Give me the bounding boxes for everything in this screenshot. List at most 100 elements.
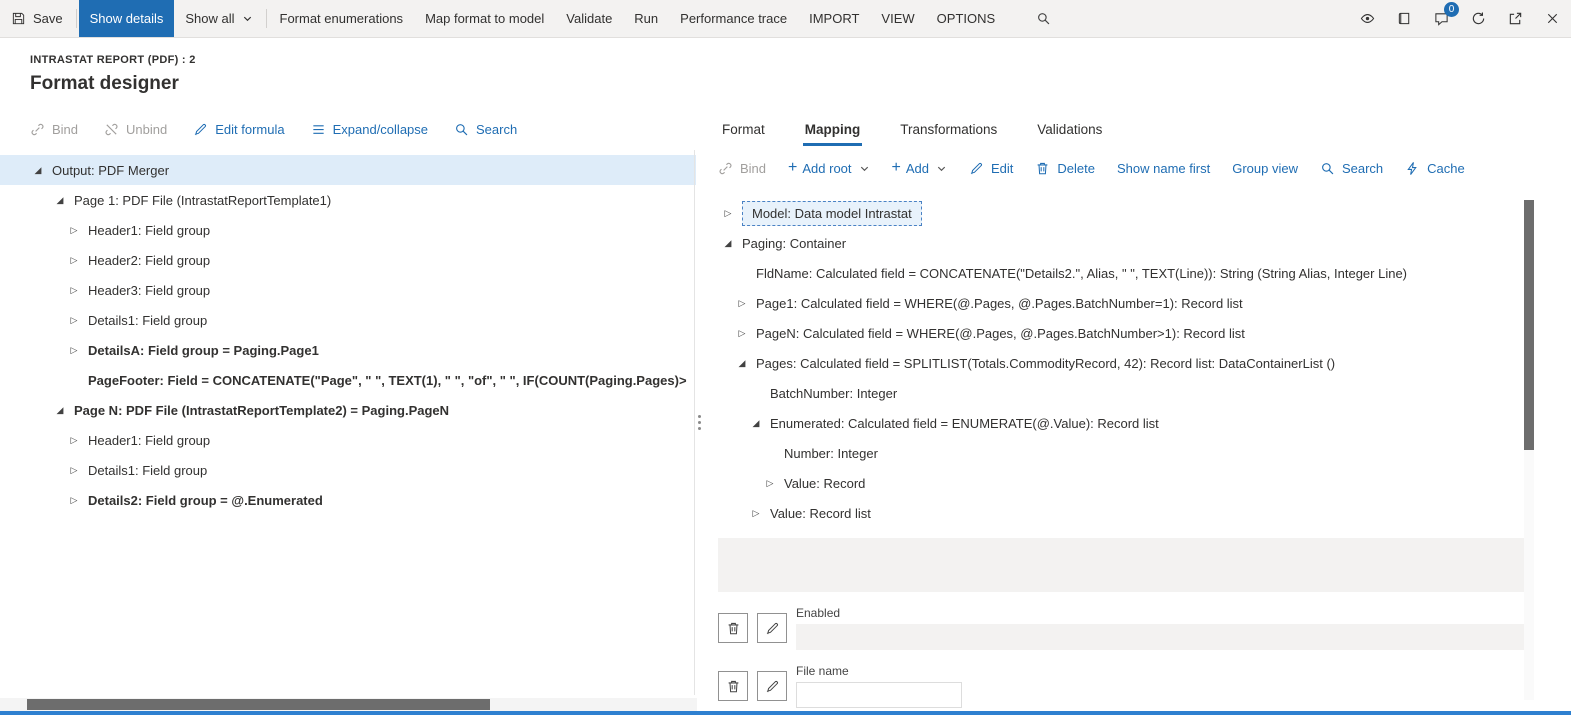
documentation-button[interactable] [1386,0,1423,37]
tree-node[interactable]: ▷ Page1: Calculated field = WHERE(@.Pages… [706,288,1540,318]
options-menu[interactable]: OPTIONS [926,0,1007,37]
collapse-arrow-icon[interactable]: ◢ [718,238,738,248]
expand-arrow-icon[interactable]: ▷ [64,255,84,265]
tree-node[interactable]: ◢ Output: PDF Merger [0,155,696,185]
tree-node[interactable]: ▷ Details1: Field group [0,455,696,485]
tree-node[interactable]: ▷ PageN: Calculated field = WHERE(@.Pages… [706,318,1540,348]
tree-node[interactable]: BatchNumber: Integer [706,378,1540,408]
expand-arrow-icon[interactable]: ▷ [732,328,752,338]
expand-arrow-icon[interactable]: ▷ [64,315,84,325]
tree-node[interactable]: ▷ Value: Record [706,468,1540,498]
expand-arrow-icon[interactable]: ▷ [64,225,84,235]
expand-arrow-icon[interactable]: ▷ [64,285,84,295]
bind-button[interactable]: Bind [30,122,78,137]
action-search-button[interactable] [1022,0,1065,37]
expand-arrow-icon[interactable]: ▷ [64,345,84,355]
tree-node[interactable]: ◢ Page N: PDF File (IntrastatReportTempla… [0,395,696,425]
expand-arrow-icon[interactable]: ▷ [718,208,738,218]
tree-node[interactable]: ▷ Header3: Field group [0,275,696,305]
tab-transformations[interactable]: Transformations [898,122,999,146]
collapse-arrow-icon[interactable]: ◢ [50,195,70,205]
cache-button[interactable]: Cache [1405,161,1465,176]
expand-arrow-icon[interactable]: ▷ [760,478,780,488]
tree-node[interactable]: ▷ Value: Record list [706,498,1540,528]
mapping-bind-label: Bind [740,160,767,176]
close-button[interactable] [1534,0,1571,37]
view-menu[interactable]: VIEW [870,0,925,37]
messages-button[interactable]: 0 [1423,0,1460,37]
expand-arrow-icon[interactable]: ▷ [64,465,84,475]
format-tree: ◢ Output: PDF Merger ◢ Page 1: PDF File (I… [0,155,696,515]
delete-binding-button[interactable] [718,613,748,643]
vertical-scrollbar-thumb[interactable] [1524,200,1534,450]
show-all-dropdown[interactable]: Show all [174,0,263,37]
collapse-arrow-icon[interactable]: ◢ [28,165,48,175]
format-enumerations-button[interactable]: Format enumerations [269,0,415,37]
expand-arrow-icon[interactable]: ▷ [64,435,84,445]
collapse-arrow-icon[interactable]: ◢ [732,358,752,368]
lightning-icon [1405,161,1420,176]
tab-validations[interactable]: Validations [1035,122,1104,146]
group-view-button[interactable]: Group view [1232,161,1298,176]
collapse-arrow-icon[interactable]: ◢ [50,405,70,415]
tree-node[interactable]: ◢ Pages: Calculated field = SPLITLIST(Tot… [706,348,1540,378]
add-root-dropdown[interactable]: + Add root [788,160,870,176]
edit-formula-button[interactable]: Edit formula [193,122,285,137]
tab-format[interactable]: Format [720,122,767,146]
mapping-search-button[interactable]: Search [1320,161,1383,176]
import-menu[interactable]: IMPORT [798,0,870,37]
tree-node[interactable]: ▷ Header1: Field group [0,215,696,245]
horizontal-scrollbar[interactable] [0,698,697,711]
expand-arrow-icon[interactable]: ▷ [746,508,766,518]
trash-icon [1035,161,1050,176]
run-button[interactable]: Run [623,0,669,37]
link-icon [30,122,45,137]
tree-node[interactable]: ◢ Paging: Container [706,228,1540,258]
edit-button[interactable]: Edit [969,161,1013,176]
expand-arrow-icon[interactable]: ▷ [732,298,752,308]
delete-binding-button[interactable] [718,671,748,701]
tree-node[interactable]: ▷ DetailsA: Field group = Paging.Page1 [0,335,696,365]
preview-eye-button[interactable] [1349,0,1386,37]
expand-collapse-button[interactable]: Expand/collapse [311,122,428,137]
edit-binding-button[interactable] [757,671,787,701]
tree-node[interactable]: PageFooter: Field = CONCATENATE("Page", … [0,365,696,395]
show-name-first-button[interactable]: Show name first [1117,161,1210,176]
tree-node[interactable]: ▷ Details2: Field group = @.Enumerated [0,485,696,515]
tree-node[interactable]: ▷ Model: Data model Intrastat [706,198,1540,228]
splitter-handle-icon [697,421,701,424]
horizontal-scrollbar-thumb[interactable] [27,699,490,710]
toolbar-separator [75,9,77,28]
tab-mapping[interactable]: Mapping [802,122,863,146]
pane-splitter[interactable] [694,150,703,695]
file-name-field: File name [796,664,1530,708]
edit-binding-button[interactable] [757,613,787,643]
enabled-input[interactable] [796,624,1530,650]
show-details-toggle[interactable]: Show details [78,0,175,37]
collapse-arrow-icon[interactable]: ◢ [746,418,766,428]
add-dropdown[interactable]: + Add [892,160,947,176]
tree-node[interactable]: Number: Integer [706,438,1540,468]
tree-node[interactable]: ◢ Page 1: PDF File (IntrastatReportTempla… [0,185,696,215]
vertical-scrollbar[interactable] [1524,200,1534,700]
save-button[interactable]: Save [0,0,74,37]
mapping-bind-button[interactable]: Bind [718,161,766,176]
unbind-button[interactable]: Unbind [104,122,167,137]
tree-node[interactable]: FldName: Calculated field = CONCATENATE(… [706,258,1540,288]
refresh-icon [1471,11,1486,26]
tree-node[interactable]: ▷ Details1: Field group [0,305,696,335]
map-format-to-model-button[interactable]: Map format to model [414,0,555,37]
delete-button[interactable]: Delete [1035,161,1095,176]
eye-icon [1360,11,1375,26]
tree-node[interactable]: ▷ Header1: Field group [0,425,696,455]
open-in-new-window-button[interactable] [1497,0,1534,37]
tree-node[interactable]: ▷ Header2: Field group [0,245,696,275]
refresh-button[interactable] [1460,0,1497,37]
validate-button[interactable]: Validate [555,0,623,37]
tree-node[interactable]: ◢ Enumerated: Calculated field = ENUMERAT… [706,408,1540,438]
performance-trace-button[interactable]: Performance trace [669,0,798,37]
format-search-button[interactable]: Search [454,122,517,137]
window-controls: 0 [1349,0,1571,37]
expand-arrow-icon[interactable]: ▷ [64,495,84,505]
file-name-input[interactable] [796,682,962,708]
